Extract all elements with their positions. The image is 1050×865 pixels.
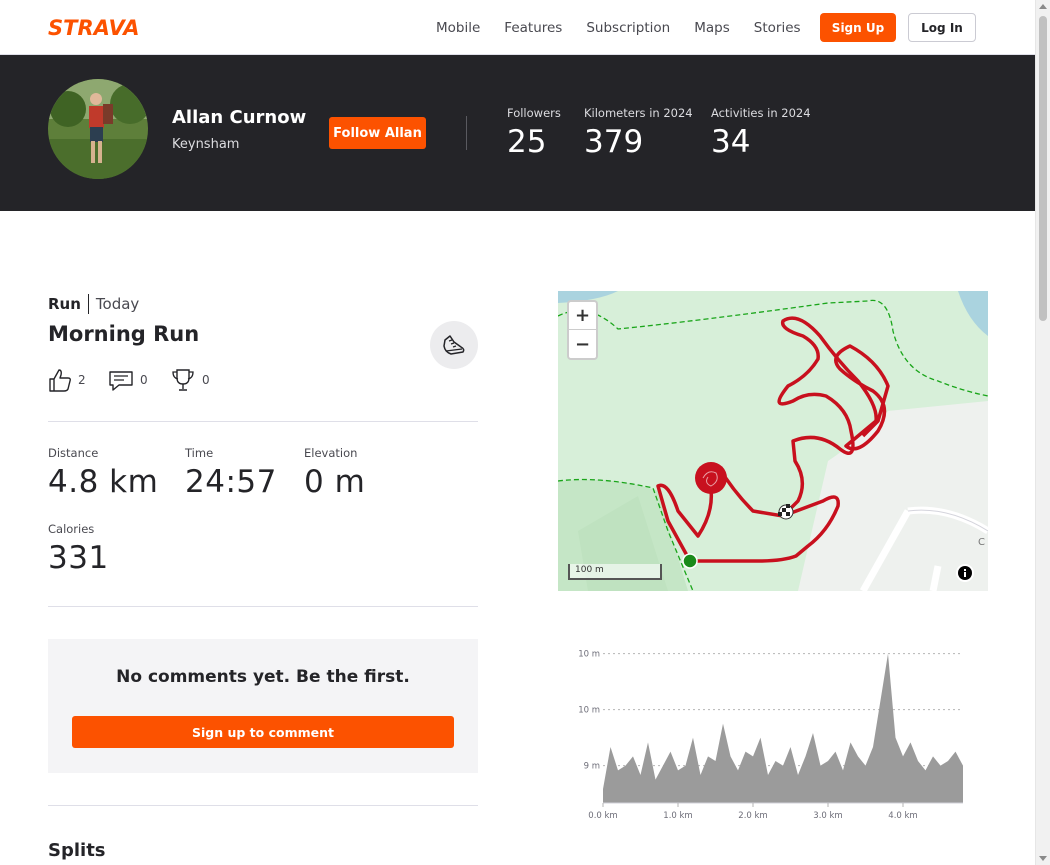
comments-empty-message: No comments yet. Be the first. — [116, 667, 410, 687]
stat-activities: Activities in 2024 34 — [711, 106, 811, 160]
achievements[interactable]: 0 — [170, 367, 210, 393]
map-scale: 100 m — [568, 564, 662, 580]
metric-calories: Calories 331 — [48, 522, 109, 576]
metric-value: 4.8 km — [48, 464, 159, 500]
elevation-chart[interactable]: 9 m 10 m 10 m 0.0 km 1.0 km 2.0 km 3.0 km 4.0 k… — [558, 625, 988, 825]
strava-logo[interactable]: STRAVA — [48, 16, 144, 38]
kudos-count: 2 — [78, 373, 86, 387]
metric-elevation: Elevation 0 m — [304, 446, 365, 500]
activity-date: Today — [95, 295, 140, 313]
kudos[interactable]: 2 — [48, 367, 86, 393]
scroll-up-arrow[interactable] — [1039, 4, 1047, 9]
metric-distance: Distance 4.8 km — [48, 446, 158, 500]
thumbs-up-icon — [49, 369, 71, 392]
route-loop — [695, 462, 727, 494]
stat-kilometers: Kilometers in 2024 379 — [584, 106, 693, 160]
stat-value: 379 — [584, 124, 644, 160]
y-tick-label: 9 m — [584, 762, 600, 772]
follow-button[interactable]: Follow Allan — [329, 117, 426, 149]
y-tick-label: 10 m — [578, 706, 600, 716]
x-tick-label: 3.0 km — [813, 811, 842, 821]
activity-type-line: Run Today — [48, 294, 139, 314]
metric-label: Distance — [48, 446, 99, 460]
route-map[interactable]: C + − 100 m — [558, 291, 988, 591]
comments-count: 0 — [140, 373, 148, 387]
zoom-control: + − — [567, 300, 598, 360]
divider — [48, 421, 478, 422]
x-tick-label: 4.0 km — [888, 811, 917, 821]
nav-link-features[interactable]: Features — [504, 20, 562, 36]
stat-label: Activities in 2024 — [711, 106, 811, 120]
nav-link-subscription[interactable]: Subscription — [586, 20, 670, 36]
activity-title: Morning Run — [48, 322, 200, 346]
x-tick-label: 1.0 km — [663, 811, 692, 821]
divider — [48, 805, 478, 806]
log-in-button[interactable]: Log In — [908, 13, 976, 42]
scroll-down-arrow[interactable] — [1039, 856, 1047, 861]
stat-value: 25 — [507, 124, 547, 160]
nav-link-mobile[interactable]: Mobile — [436, 20, 480, 36]
activity-type: Run — [48, 295, 81, 313]
athlete-name[interactable]: Allan Curnow — [172, 107, 306, 128]
info-button[interactable] — [956, 564, 974, 582]
header-divider — [466, 116, 467, 150]
splits-heading: Splits — [48, 840, 106, 861]
logo-text: STRAVA — [48, 16, 140, 38]
metric-label: Elevation — [304, 446, 358, 460]
divider — [48, 606, 478, 607]
svg-text:C: C — [978, 537, 985, 548]
athlete-location: Keynsham — [172, 137, 240, 152]
stat-followers: Followers 25 — [507, 106, 561, 160]
zoom-in-button[interactable]: + — [569, 302, 596, 330]
athlete-header: Allan Curnow Keynsham Follow Allan Follo… — [0, 55, 1035, 211]
type-separator — [87, 294, 89, 314]
sign-up-to-comment-button[interactable]: Sign up to comment — [72, 716, 454, 748]
comments-empty-box: No comments yet. Be the first. Sign up t… — [48, 639, 478, 773]
metric-label: Time — [185, 446, 214, 460]
achievements-count: 0 — [202, 373, 210, 387]
map-canvas: C — [558, 291, 988, 591]
metric-value: 331 — [48, 540, 109, 576]
metric-value: 24:57 — [185, 464, 277, 500]
elevation-area — [603, 653, 963, 803]
x-tick-label: 0.0 km — [588, 811, 617, 821]
metric-time: Time 24:57 — [185, 446, 277, 500]
stat-label: Kilometers in 2024 — [584, 106, 693, 120]
metric-value: 0 m — [304, 464, 366, 500]
shoe-button[interactable] — [430, 321, 478, 369]
scrollbar-thumb[interactable] — [1039, 16, 1047, 321]
comments[interactable]: 0 — [108, 367, 148, 393]
info-icon — [958, 566, 972, 580]
y-tick-label: 10 m — [578, 650, 600, 660]
elevation-chart-svg: 9 m 10 m 10 m 0.0 km 1.0 km 2.0 km 3.0 km 4.0 k… — [578, 650, 963, 821]
scrollbar[interactable] — [1035, 0, 1050, 865]
stat-value: 34 — [711, 124, 751, 160]
nav-link-stories[interactable]: Stories — [754, 20, 801, 36]
nav-link-maps[interactable]: Maps — [694, 20, 730, 36]
sign-up-button[interactable]: Sign Up — [820, 13, 896, 42]
x-tick-label: 2.0 km — [738, 811, 767, 821]
nav-links: Mobile Features Subscription Maps Storie… — [436, 0, 825, 55]
metric-label: Calories — [48, 522, 95, 536]
avatar[interactable] — [48, 79, 148, 179]
comment-icon — [109, 371, 133, 391]
trophy-icon — [172, 369, 194, 391]
shoe-icon — [443, 335, 465, 355]
zoom-out-button[interactable]: − — [569, 330, 596, 358]
start-marker — [682, 553, 698, 569]
top-nav: STRAVA Mobile Features Subscription Maps… — [0, 0, 1035, 55]
avatar-photo — [48, 79, 148, 179]
stat-label: Followers — [507, 106, 561, 120]
